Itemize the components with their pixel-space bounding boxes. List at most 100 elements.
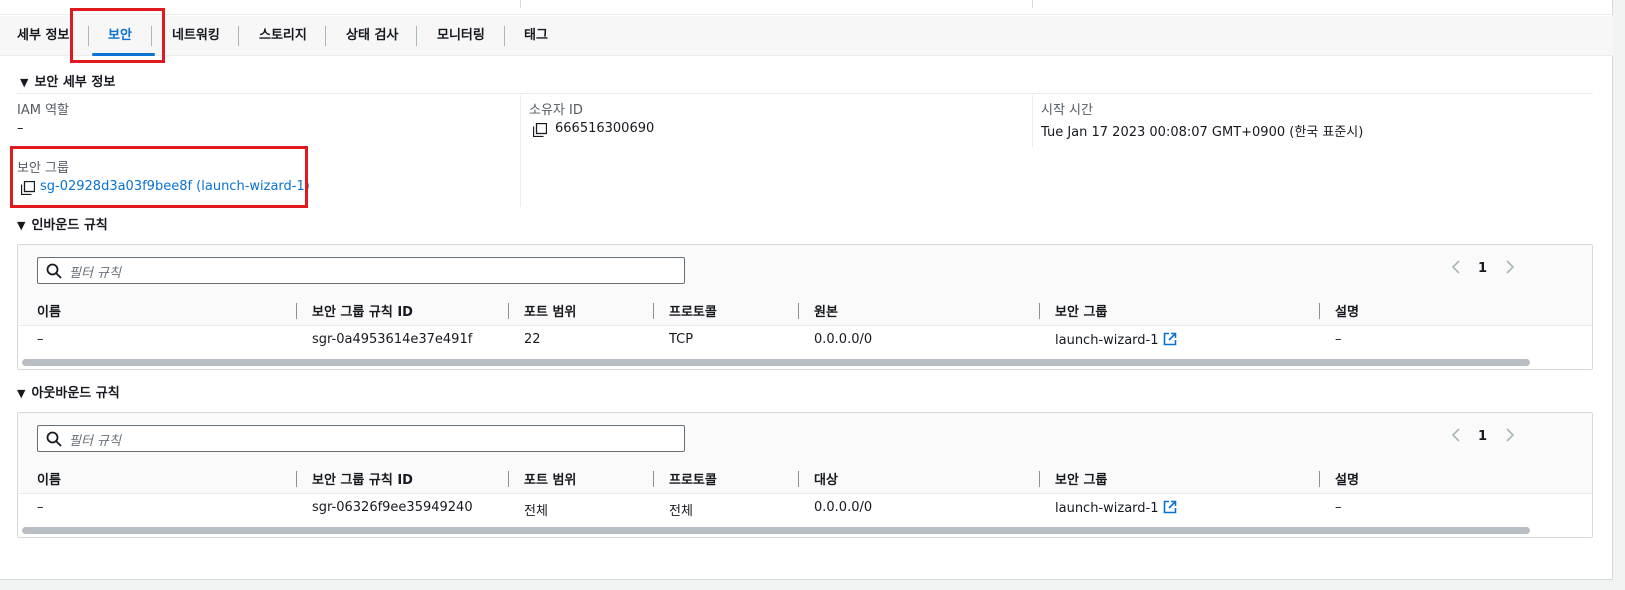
launch-time-value: Tue Jan 17 2023 00:08:07 GMT+0900 (한국 표준… [1041, 125, 1364, 140]
filter-placeholder: 필터 규칙 [69, 266, 121, 281]
column-resizer[interactable] [1319, 303, 1320, 319]
owner-id-value: 666516300690 [555, 121, 655, 136]
outbound-rules-table: 필터 규칙 1 이름 보안 그룹 규칙 ID 포트 범위 프로토콜 대상 보안 … [17, 412, 1593, 538]
inbound-rules-table: 필터 규칙 1 이름 보안 그룹 규칙 ID 포트 범위 프로토콜 원본 보안 … [17, 244, 1593, 370]
divider [520, 0, 521, 8]
outbound-rules-header[interactable]: ▼ 아웃바운드 규칙 [17, 382, 120, 401]
divider [18, 493, 1592, 494]
divider [1032, 0, 1033, 8]
divider [18, 325, 1592, 326]
cell-protocol: TCP [669, 332, 694, 347]
horizontal-scrollbar[interactable] [20, 526, 1590, 534]
column-header-port-range[interactable]: 포트 범위 [524, 301, 576, 320]
cell-name: – [37, 500, 44, 515]
iam-role-label: IAM 역할 [17, 103, 69, 118]
cell-name: – [37, 332, 44, 347]
inbound-rules-header[interactable]: ▼ 인바운드 규칙 [17, 214, 108, 233]
tab-storage[interactable]: 스토리지 [259, 16, 307, 56]
tab-divider [238, 26, 239, 46]
top-strip [0, 0, 1613, 15]
page-number[interactable]: 1 [1478, 429, 1487, 444]
cell-protocol: 전체 [669, 504, 693, 519]
column-resizer[interactable] [798, 303, 799, 319]
chevron-right-icon[interactable] [1503, 259, 1517, 275]
column-header-protocol[interactable]: 프로토콜 [669, 469, 717, 488]
column-header-port-range[interactable]: 포트 범위 [524, 469, 576, 488]
highlight-box-security-tab [70, 8, 165, 63]
column-header-rule-id[interactable]: 보안 그룹 규칙 ID [312, 301, 413, 320]
chevron-right-icon[interactable] [1503, 427, 1517, 443]
scrollbar-thumb[interactable] [22, 527, 1530, 534]
divider [520, 95, 521, 207]
link-text: launch-wizard-1 [1055, 501, 1159, 516]
cell-description: – [1335, 332, 1342, 347]
column-header-description[interactable]: 설명 [1335, 301, 1359, 320]
tab-divider [504, 26, 505, 46]
chevron-left-icon[interactable] [1449, 427, 1463, 443]
tab-details[interactable]: 세부 정보 [17, 16, 69, 56]
cell-port: 22 [524, 332, 541, 347]
column-header-security-group[interactable]: 보안 그룹 [1055, 469, 1107, 488]
external-link-icon [1163, 500, 1176, 514]
column-header-name[interactable]: 이름 [37, 301, 61, 320]
caret-down-icon: ▼ [20, 76, 29, 89]
external-link-icon [1163, 332, 1176, 346]
inbound-filter-input[interactable]: 필터 규칙 [37, 257, 685, 284]
highlight-box-security-group [10, 146, 308, 208]
column-header-rule-id[interactable]: 보안 그룹 규칙 ID [312, 469, 413, 488]
tab-tags[interactable]: 태그 [524, 16, 548, 56]
column-header-destination[interactable]: 대상 [814, 469, 838, 488]
column-header-source[interactable]: 원본 [814, 301, 838, 320]
scrollbar-thumb[interactable] [22, 359, 1530, 366]
column-resizer[interactable] [798, 471, 799, 487]
column-resizer[interactable] [1319, 471, 1320, 487]
security-group-link[interactable]: launch-wizard-1 [1055, 332, 1177, 348]
cell-rule-id: sgr-06326f9ee35949240 [312, 500, 473, 515]
caret-down-icon: ▼ [17, 219, 26, 232]
owner-id-label: 소유자 ID [529, 103, 583, 118]
search-icon [46, 431, 62, 447]
column-resizer[interactable] [653, 471, 654, 487]
divider [17, 93, 1593, 94]
column-resizer[interactable] [296, 303, 297, 319]
chevron-left-icon[interactable] [1449, 259, 1463, 275]
column-header-protocol[interactable]: 프로토콜 [669, 301, 717, 320]
iam-role-value: – [17, 121, 24, 136]
tab-monitoring[interactable]: 모니터링 [437, 16, 485, 56]
column-header-name[interactable]: 이름 [37, 469, 61, 488]
cell-port: 전체 [524, 504, 548, 519]
column-resizer[interactable] [508, 471, 509, 487]
page-number[interactable]: 1 [1478, 261, 1487, 276]
security-details-header[interactable]: ▼ 보안 세부 정보 [20, 71, 115, 90]
column-resizer[interactable] [1039, 471, 1040, 487]
cell-rule-id: sgr-0a4953614e37e491f [312, 332, 473, 347]
divider [1032, 95, 1033, 147]
section-title: 아웃바운드 규칙 [31, 386, 120, 401]
tab-bar: 세부 정보 보안 네트워킹 스토리지 상태 검사 모니터링 태그 [0, 16, 1613, 56]
column-header-security-group[interactable]: 보안 그룹 [1055, 301, 1107, 320]
launch-time-label: 시작 시간 [1041, 103, 1093, 118]
tab-status-checks[interactable]: 상태 검사 [346, 16, 398, 56]
link-text: launch-wizard-1 [1055, 333, 1159, 348]
instance-details-panel: 세부 정보 보안 네트워킹 스토리지 상태 검사 모니터링 태그 ▼ 보안 세부 … [0, 0, 1613, 580]
section-title: 보안 세부 정보 [34, 75, 116, 90]
section-title: 인바운드 규칙 [31, 218, 108, 233]
security-group-link[interactable]: launch-wizard-1 [1055, 500, 1177, 516]
column-resizer[interactable] [653, 303, 654, 319]
tab-networking[interactable]: 네트워킹 [172, 16, 220, 56]
column-resizer[interactable] [1039, 303, 1040, 319]
column-header-description[interactable]: 설명 [1335, 469, 1359, 488]
tab-divider [416, 26, 417, 46]
copy-icon[interactable] [533, 123, 547, 137]
cell-description: – [1335, 500, 1342, 515]
outbound-filter-input[interactable]: 필터 규칙 [37, 425, 685, 452]
filter-placeholder: 필터 규칙 [69, 434, 121, 449]
tab-divider [325, 26, 326, 46]
cell-source: 0.0.0.0/0 [814, 332, 873, 347]
horizontal-scrollbar[interactable] [20, 358, 1590, 366]
column-resizer[interactable] [296, 471, 297, 487]
search-icon [46, 263, 62, 279]
cell-destination: 0.0.0.0/0 [814, 500, 873, 515]
caret-down-icon: ▼ [17, 387, 26, 400]
column-resizer[interactable] [508, 303, 509, 319]
